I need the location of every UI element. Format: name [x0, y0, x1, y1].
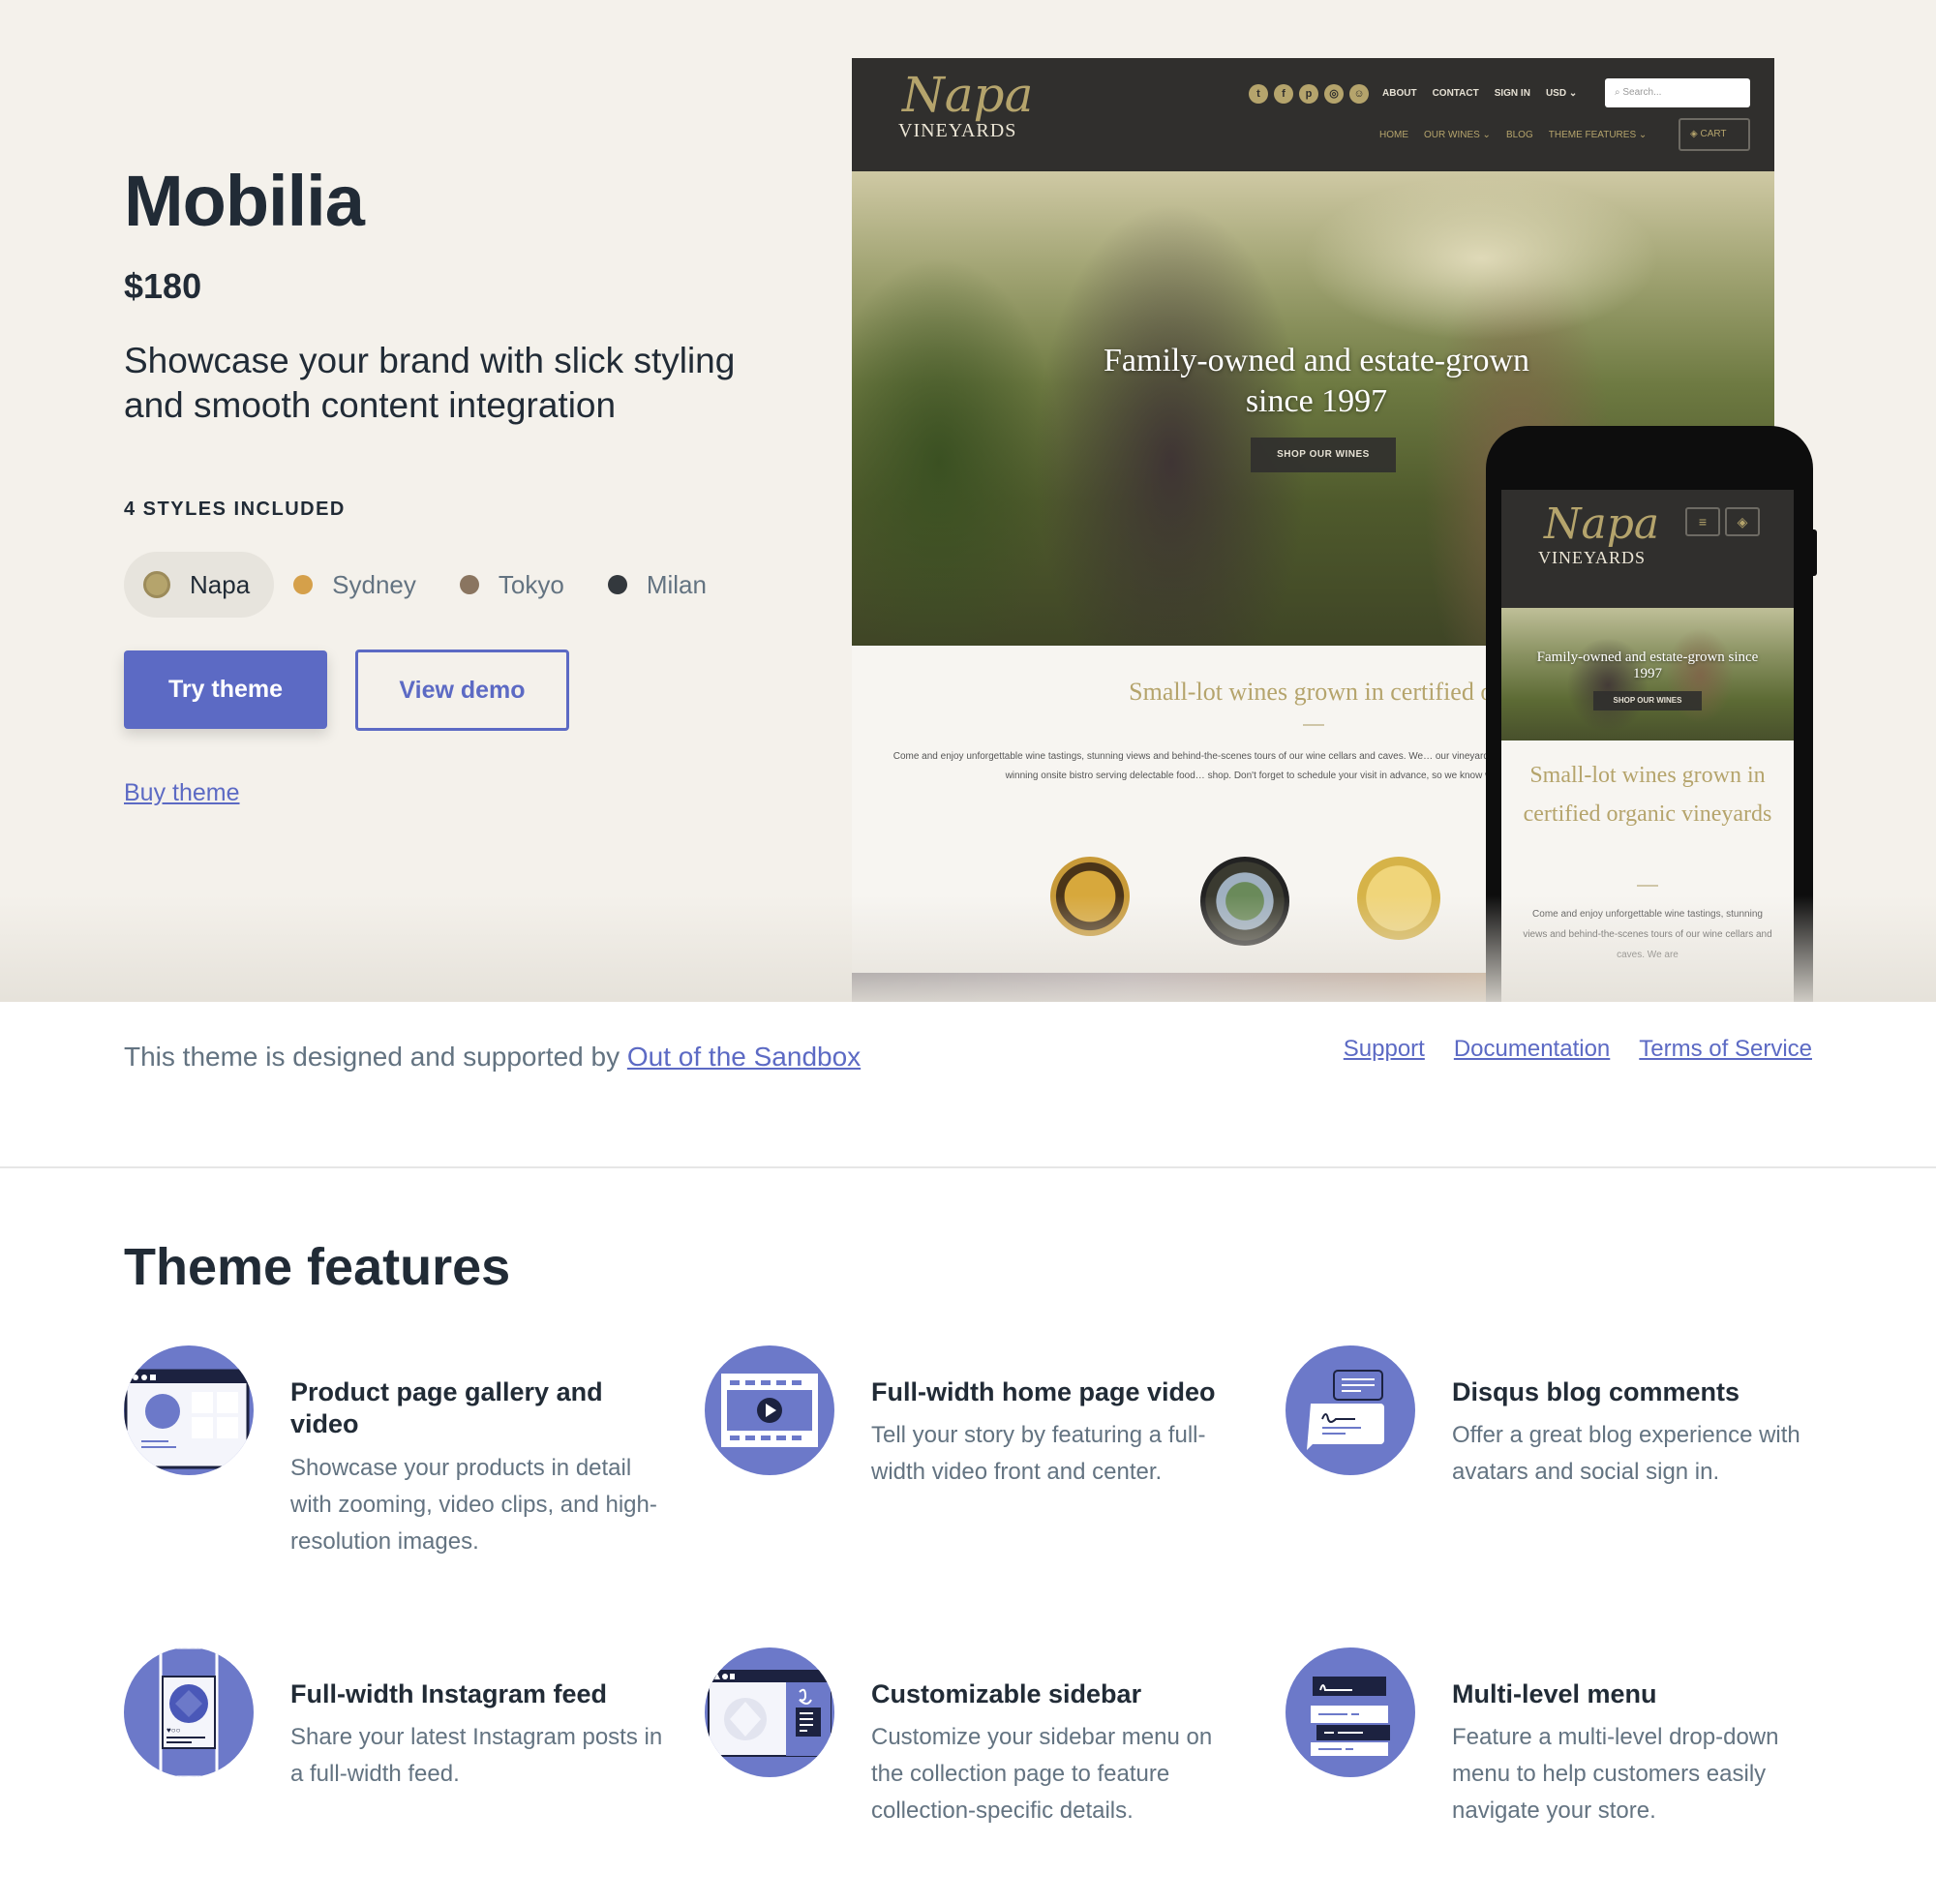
preview-shop-button: SHOP OUR WINES: [1251, 438, 1396, 472]
support-links: Support Documentation Terms of Service: [1344, 1036, 1812, 1063]
preview-nav-our-wines: OUR WINES ⌄: [1424, 130, 1491, 140]
feature-title: Customizable sidebar: [871, 1679, 1142, 1708]
try-theme-button[interactable]: Try theme: [124, 650, 327, 729]
social-icons: t f p ◎ ☺: [1249, 84, 1369, 104]
preview-nav-blog: BLOG: [1505, 130, 1533, 140]
preview-main-nav: HOME OUR WINES ⌄ BLOG THEME FEATURES ⌄: [1379, 130, 1647, 140]
swatch-icon: [293, 575, 314, 594]
basket-icon: ◈: [1690, 129, 1701, 139]
style-option-tokyo[interactable]: Tokyo: [440, 552, 589, 618]
theme-tagline: Showcase your brand with slick styling a…: [124, 341, 736, 425]
preview-hero-text: Family-owned and estate-grown since 1997: [1104, 343, 1529, 419]
style-label: Tokyo: [498, 569, 564, 599]
svg-text:♥○○: ♥○○: [166, 1726, 181, 1735]
mobile-paragraph: Come and enjoy unforgettable wine tastin…: [1523, 909, 1772, 960]
theme-title: Mobilia: [124, 161, 365, 241]
terms-of-service-link[interactable]: Terms of Service: [1639, 1036, 1812, 1063]
swatch-icon: [459, 575, 479, 594]
mobile-header: Napa VINEYARDS ≡ ◈: [1501, 490, 1794, 608]
feature-description: Feature a multi-level drop-down menu to …: [1452, 1724, 1779, 1824]
preview-top-links: ABOUT CONTACT SIGN IN USD ⌄: [1382, 88, 1577, 99]
instagram-feed-icon: ♥○○: [124, 1647, 254, 1777]
mobile-divider: [1637, 885, 1658, 887]
style-label: Milan: [646, 569, 707, 599]
award-medal-icon: [1050, 857, 1130, 936]
style-option-napa[interactable]: Napa: [124, 552, 275, 618]
instagram-icon: ◎: [1324, 84, 1344, 104]
mobile-heading: Small-lot wines grown in certified organ…: [1523, 763, 1772, 827]
preview-divider: [1303, 724, 1324, 726]
support-link[interactable]: Support: [1344, 1036, 1425, 1063]
developer-link[interactable]: Out of the Sandbox: [627, 1042, 861, 1072]
view-demo-button[interactable]: View demo: [355, 650, 569, 731]
feature-title: Full-width Instagram feed: [290, 1679, 608, 1708]
preview-search-input: ⌕ Search...: [1605, 78, 1750, 107]
theme-hero: Mobilia $180 Showcase your brand with sl…: [0, 0, 1936, 1002]
buy-theme-link[interactable]: Buy theme: [124, 779, 240, 807]
feature-description: Showcase your products in detail with zo…: [290, 1455, 657, 1555]
mobile-screen: Napa VINEYARDS ≡ ◈ Family-owned and esta…: [1501, 490, 1794, 1002]
features-title: Theme features: [124, 1238, 511, 1296]
mobile-hero-image: Family-owned and estate-grown since 1997…: [1501, 608, 1794, 740]
mobile-preview: Napa VINEYARDS ≡ ◈ Family-owned and esta…: [1486, 426, 1813, 1002]
phone-side-button: [1812, 529, 1817, 576]
section-divider: [0, 1166, 1936, 1168]
preview-nav-theme-features: THEME FEATURES ⌄: [1548, 130, 1648, 140]
preview-link-about: ABOUT: [1382, 88, 1417, 99]
feature-title: Product page gallery and video: [290, 1377, 603, 1438]
theme-price: $180: [124, 266, 202, 306]
snapchat-icon: ☺: [1349, 84, 1369, 104]
preview-currency: USD ⌄: [1545, 88, 1578, 99]
gold-medal-icon: [1357, 857, 1440, 940]
feature-description: Customize your sidebar menu on the colle…: [871, 1724, 1213, 1824]
documentation-link[interactable]: Documentation: [1454, 1036, 1610, 1063]
preview-nav-home: HOME: [1379, 130, 1408, 140]
multi-level-menu-icon: [1286, 1647, 1415, 1777]
preview-link-sign-in: SIGN IN: [1494, 88, 1530, 99]
theme-attribution: This theme is designed and supported by …: [124, 1042, 862, 1072]
county-seal-icon: [1200, 857, 1289, 946]
preview-header: Napa VINEYARDS t f p ◎ ☺ ABOUT CONTACT S…: [852, 58, 1774, 171]
swatch-icon: [607, 575, 627, 594]
product-gallery-icon: [124, 1345, 254, 1475]
preview-link-contact: CONTACT: [1432, 88, 1479, 99]
napa-logo: Napa VINEYARDS: [898, 67, 1034, 141]
preview-cart-button: ◈ CART: [1679, 118, 1750, 151]
video-film-icon: [705, 1345, 834, 1475]
sidebar-icon: [705, 1647, 834, 1777]
feature-title: Disqus blog comments: [1452, 1377, 1740, 1406]
feature-title: Full-width home page video: [871, 1377, 1216, 1406]
facebook-icon: f: [1274, 84, 1293, 104]
napa-logo: Napa VINEYARDS: [1538, 499, 1660, 568]
style-label: Napa: [190, 569, 251, 599]
basket-icon: ◈: [1725, 507, 1760, 536]
twitter-icon: t: [1249, 84, 1268, 104]
style-label: Sydney: [332, 569, 416, 599]
feature-title: Multi-level menu: [1452, 1679, 1657, 1708]
hamburger-menu-icon: ≡: [1685, 507, 1720, 536]
swatch-icon: [143, 571, 170, 598]
style-selector: Napa Sydney Tokyo Milan: [124, 552, 731, 618]
styles-label: 4 STYLES INCLUDED: [124, 499, 346, 520]
feature-description: Offer a great blog experience with avata…: [1452, 1422, 1800, 1485]
mobile-hero-text: Family-owned and estate-grown since 1997: [1536, 650, 1759, 681]
mobile-shop-button: SHOP OUR WINES: [1593, 691, 1702, 710]
style-option-sydney[interactable]: Sydney: [274, 552, 440, 618]
blog-comments-icon: [1286, 1345, 1415, 1475]
pinterest-icon: p: [1299, 84, 1318, 104]
feature-description: Share your latest Instagram posts in a f…: [290, 1724, 663, 1787]
style-option-milan[interactable]: Milan: [589, 552, 731, 618]
feature-description: Tell your story by featuring a full-widt…: [871, 1422, 1206, 1485]
